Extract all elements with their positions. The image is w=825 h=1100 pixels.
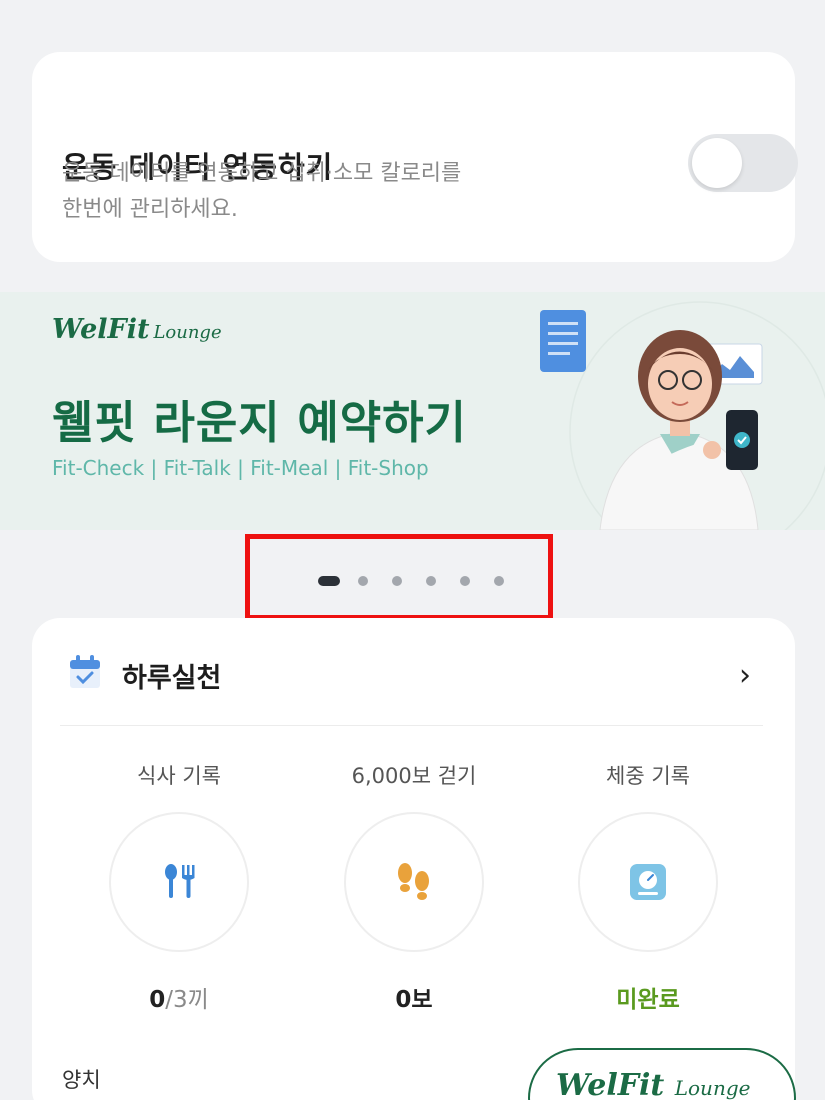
metric-circle bbox=[344, 812, 484, 952]
meal-count: 0 bbox=[149, 987, 166, 1013]
sync-toggle[interactable] bbox=[688, 134, 798, 192]
carousel-dot[interactable] bbox=[460, 576, 470, 586]
chevron-right-icon: › bbox=[739, 658, 751, 693]
carousel-dot[interactable] bbox=[426, 576, 436, 586]
toggle-knob bbox=[692, 138, 742, 188]
badge-brand-suffix: Lounge bbox=[674, 1076, 751, 1100]
metric-label-meal: 식사 기록 bbox=[137, 764, 221, 788]
meal-record-value: 0/3끼 bbox=[89, 980, 269, 1014]
sync-description-line-2: 한번에 관리하세요. bbox=[62, 197, 238, 222]
carousel-dot[interactable] bbox=[358, 576, 368, 586]
carousel-dot[interactable] bbox=[318, 576, 340, 586]
meal-record-metric[interactable]: 식사 기록 0/3끼 bbox=[89, 760, 269, 1014]
sync-description: 운동 데이터를 연동하고 섭취·소모 칼로리를 한번에 관리하세요. bbox=[62, 156, 562, 228]
badge-brand: WelFit Lounge bbox=[556, 1068, 750, 1100]
fork-knife-icon bbox=[165, 864, 195, 898]
calendar-icon bbox=[70, 655, 100, 688]
footprints-icon bbox=[398, 863, 429, 900]
doctor-illustration bbox=[540, 301, 825, 530]
brand-suffix: Lounge bbox=[153, 322, 222, 343]
carousel-dot[interactable] bbox=[392, 576, 402, 586]
badge-brand-name: WelFit bbox=[556, 1068, 665, 1100]
walking-value: 0보 bbox=[395, 987, 433, 1013]
walking-metric[interactable]: 6,000보 걷기 0보 bbox=[324, 760, 504, 1014]
brand-name: WelFit bbox=[52, 314, 150, 345]
banner-subtitle: Fit-Check | Fit-Talk | Fit-Meal | Fit-Sh… bbox=[52, 456, 429, 480]
daily-practice-card: 하루실천 › 식사 기록 0/3끼 6,000보 걷기 0보 체중 기록 미완료… bbox=[32, 618, 796, 1100]
scale-icon bbox=[630, 864, 666, 900]
welfit-logo: WelFit Lounge bbox=[52, 314, 222, 345]
sync-description-line-1: 운동 데이터를 연동하고 섭취·소모 칼로리를 bbox=[62, 161, 462, 186]
welfit-lounge-banner[interactable]: WelFit Lounge 웰핏 라운지 예약하기 Fit-Check | Fit… bbox=[0, 292, 825, 530]
divider bbox=[60, 725, 763, 726]
daily-practice-header[interactable]: 하루실천 › bbox=[68, 654, 761, 694]
toothbrushing-label: 양치 bbox=[62, 1068, 101, 1092]
welfit-lounge-badge[interactable]: WelFit Lounge bbox=[528, 1048, 796, 1100]
carousel-pagination bbox=[318, 575, 528, 587]
weight-record-value: 미완료 bbox=[616, 987, 680, 1013]
banner-title: 웰핏 라운지 예약하기 bbox=[52, 396, 467, 449]
metric-label-walk: 6,000보 걷기 bbox=[351, 764, 477, 788]
metric-circle bbox=[109, 812, 249, 952]
weight-record-metric[interactable]: 체중 기록 미완료 bbox=[558, 760, 738, 1014]
carousel-dot[interactable] bbox=[494, 576, 504, 586]
meal-unit: /3끼 bbox=[165, 987, 209, 1013]
daily-practice-title: 하루실천 bbox=[122, 663, 222, 694]
metric-circle bbox=[578, 812, 718, 952]
metric-label-weight: 체중 기록 bbox=[606, 764, 690, 788]
